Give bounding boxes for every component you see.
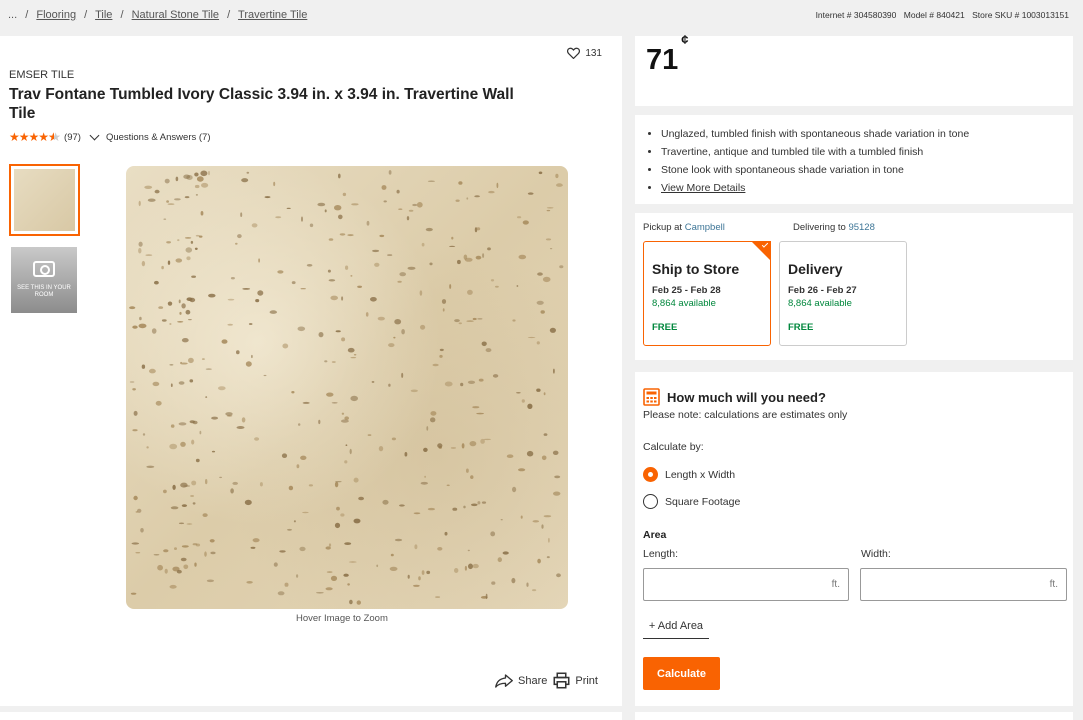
calculator-heading: How much will you need?	[643, 388, 826, 406]
option-price: FREE	[652, 322, 678, 333]
thumbnail-tile-image[interactable]	[9, 164, 80, 236]
view-more-details-link[interactable]: View More Details	[661, 182, 745, 194]
internet-number: Internet # 304580390	[815, 10, 897, 20]
hover-zoom-hint: Hover Image to Zoom	[296, 613, 388, 624]
width-input[interactable]: ft.	[860, 568, 1067, 601]
option-dates: Feb 25 - Feb 28	[652, 285, 721, 296]
breadcrumb-flooring[interactable]: Flooring	[36, 9, 76, 21]
breadcrumb-tile[interactable]: Tile	[95, 9, 112, 21]
breadcrumb-ellipsis[interactable]: ...	[8, 9, 17, 21]
product-price: 71¢	[646, 32, 689, 77]
width-label: Width:	[861, 548, 891, 560]
breadcrumb-separator: /	[227, 9, 231, 21]
pickup-location: Pickup at Campbell	[643, 222, 725, 233]
calculate-button[interactable]: Calculate	[643, 657, 720, 690]
share-icon	[495, 673, 513, 688]
unit-suffix: ft.	[831, 579, 840, 590]
calculator-title: How much will you need?	[667, 389, 826, 405]
breadcrumb-separator: /	[25, 9, 29, 21]
rating-row: ★★★★★★ (97) Questions & Answers (7)	[9, 130, 210, 144]
breadcrumb-natural-stone-tile[interactable]: Natural Stone Tile	[132, 9, 219, 21]
highlight-item: Stone look with spontaneous shade variat…	[661, 161, 969, 179]
option-availability: 8,864 available	[652, 298, 716, 309]
highlight-item: Unglazed, tumbled finish with spontaneou…	[661, 125, 969, 143]
unit-suffix: ft.	[1049, 579, 1058, 590]
breadcrumb-separator: /	[120, 9, 124, 21]
share-label: Share	[518, 674, 548, 687]
top-bar: ... / Flooring / Tile / Natural Stone Ti…	[0, 0, 1083, 30]
add-area-button[interactable]: + Add Area	[643, 620, 709, 639]
radio-selected-icon	[643, 467, 658, 482]
main-product-image[interactable]	[126, 166, 568, 609]
calculate-by-label: Calculate by:	[643, 441, 704, 453]
breadcrumb: ... / Flooring / Tile / Natural Stone Ti…	[8, 9, 307, 21]
see-in-room-caption: SEE THIS IN YOUR ROOM	[17, 285, 71, 298]
radio-length-width[interactable]: Length x Width	[643, 467, 735, 482]
brand-name[interactable]: EMSER TILE	[9, 69, 74, 81]
radio-label: Length x Width	[665, 468, 736, 481]
option-title: Ship to Store	[652, 261, 740, 277]
next-section-edge	[0, 712, 622, 720]
option-title: Delivery	[788, 261, 843, 277]
product-media-panel: 131 EMSER TILE Trav Fontane Tumbled Ivor…	[0, 36, 622, 706]
highlight-item: Travertine, antique and tumbled tile wit…	[661, 143, 969, 161]
calculator-note: Please note: calculations are estimates …	[643, 409, 848, 421]
option-price: FREE	[788, 322, 814, 333]
radio-label: Square Footage	[665, 495, 741, 508]
product-identifiers: Internet # 304580390 Model # 840421 Stor…	[811, 10, 1069, 20]
quantity-calculator: How much will you need? Please note: cal…	[635, 372, 1073, 706]
product-highlights: Unglazed, tumbled finish with spontaneou…	[635, 115, 1073, 204]
breadcrumb-separator: /	[84, 9, 88, 21]
price-panel: 71¢	[635, 32, 1073, 106]
selected-corner-icon	[751, 241, 771, 261]
area-label: Area	[643, 529, 667, 541]
radio-square-footage[interactable]: Square Footage	[643, 494, 740, 509]
length-input[interactable]: ft.	[643, 568, 849, 601]
length-label: Length:	[643, 548, 679, 560]
price-unit: ¢	[681, 32, 689, 48]
print-button[interactable]: Print	[553, 672, 598, 689]
camera-icon	[33, 261, 55, 277]
next-section-edge	[635, 712, 1073, 720]
thumbnail-see-in-room[interactable]: SEE THIS IN YOUR ROOM	[11, 247, 77, 313]
fulfillment-panel: Pickup at Campbell Delivering to 95128 S…	[635, 213, 1073, 360]
review-count[interactable]: (97)	[64, 132, 81, 143]
share-button[interactable]: Share	[495, 673, 548, 688]
price-value: 71	[646, 44, 679, 76]
questions-answers-link[interactable]: Questions & Answers (7)	[106, 132, 211, 143]
print-icon	[553, 672, 570, 689]
favorite-button[interactable]: 131	[567, 47, 602, 59]
model-number: Model # 840421	[903, 10, 965, 20]
product-title: Trav Fontane Tumbled Ivory Classic 3.94 …	[9, 86, 514, 122]
star-rating-icon[interactable]: ★★★★★★	[9, 130, 60, 144]
delivery-zip-link[interactable]: 95128	[848, 222, 874, 233]
option-availability: 8,864 available	[788, 298, 852, 309]
delivery-option[interactable]: Delivery Feb 26 - Feb 27 8,864 available…	[779, 241, 907, 346]
radio-unselected-icon	[643, 494, 658, 509]
print-label: Print	[575, 674, 598, 687]
option-dates: Feb 26 - Feb 27	[788, 285, 857, 296]
heart-icon	[567, 47, 581, 59]
favorites-count: 131	[585, 47, 602, 59]
breadcrumb-travertine-tile[interactable]: Travertine Tile	[238, 9, 307, 21]
ship-to-store-option[interactable]: Ship to Store Feb 25 - Feb 28 8,864 avai…	[643, 241, 771, 346]
delivery-location: Delivering to 95128	[793, 222, 875, 233]
store-sku: Store SKU # 1003013151	[972, 10, 1069, 20]
calculator-icon	[643, 388, 660, 406]
pickup-store-link[interactable]: Campbell	[685, 222, 725, 233]
share-print-row: Share Print	[495, 672, 598, 689]
chevron-down-icon[interactable]	[89, 130, 100, 140]
